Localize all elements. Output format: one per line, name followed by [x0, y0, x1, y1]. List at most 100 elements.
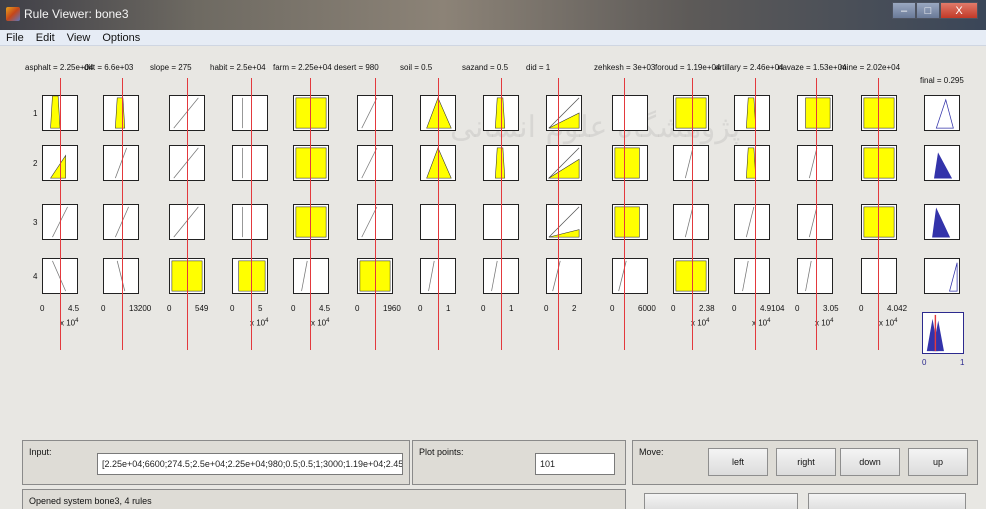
membership-plot[interactable] — [673, 258, 709, 294]
menu-edit[interactable]: Edit — [36, 32, 55, 44]
output-shape — [949, 262, 958, 292]
membership-plot[interactable] — [797, 95, 833, 131]
input-variable-label: zehkesh = 3e+03 — [594, 63, 656, 72]
membership-plot[interactable] — [232, 145, 268, 181]
status-text: Opened system bone3, 4 rules — [29, 496, 152, 506]
membership-plot[interactable] — [861, 95, 897, 131]
menu-file[interactable]: File — [6, 32, 24, 44]
input-value-line[interactable] — [692, 78, 693, 350]
input-value-line[interactable] — [251, 78, 252, 350]
membership-shape — [863, 206, 895, 238]
membership-plot[interactable] — [861, 145, 897, 181]
membership-plot[interactable] — [612, 258, 648, 294]
input-variable-label: slope = 275 — [150, 63, 192, 72]
membership-plot[interactable] — [546, 204, 582, 240]
input-value-line[interactable] — [187, 78, 188, 350]
move-down-button[interactable]: down — [840, 448, 900, 476]
membership-plot[interactable] — [103, 145, 139, 181]
input-value-line[interactable] — [878, 78, 879, 350]
input-value-line[interactable] — [558, 78, 559, 350]
input-label: Input: — [29, 447, 52, 457]
rule-number: 3 — [33, 218, 38, 227]
membership-plot[interactable] — [612, 145, 648, 181]
membership-shape — [295, 206, 327, 238]
output-membership-plot[interactable] — [924, 204, 960, 240]
output-shape — [934, 152, 953, 179]
membership-plot[interactable] — [103, 258, 139, 294]
maximize-icon[interactable]: □ — [916, 2, 940, 19]
input-value-line[interactable] — [310, 78, 311, 350]
aggregate-output-plot[interactable] — [922, 312, 964, 354]
membership-shape — [50, 154, 66, 179]
input-variable-label: navaze = 1.53e+04 — [778, 63, 847, 72]
input-value-line[interactable] — [755, 78, 756, 350]
menu-options[interactable]: Options — [102, 32, 140, 44]
membership-plot[interactable] — [612, 204, 648, 240]
help-button[interactable] — [644, 493, 798, 509]
membership-shape — [116, 260, 126, 292]
membership-plot[interactable] — [797, 204, 833, 240]
membership-plot[interactable] — [673, 204, 709, 240]
input-value-line[interactable] — [375, 78, 376, 350]
membership-plot[interactable] — [546, 95, 582, 131]
menu-view[interactable]: View — [67, 32, 91, 44]
membership-plot[interactable] — [293, 258, 329, 294]
membership-shape — [114, 147, 128, 179]
axis-max-label: 4.042 — [887, 304, 908, 313]
axis-max-label: 13200 — [129, 304, 152, 313]
membership-plot[interactable] — [861, 258, 897, 294]
membership-shape — [675, 260, 707, 292]
membership-shape — [863, 147, 895, 179]
membership-plot[interactable] — [734, 204, 770, 240]
membership-plot[interactable] — [232, 95, 268, 131]
close-button[interactable] — [808, 493, 966, 509]
rule-number: 4 — [33, 272, 38, 281]
membership-plot[interactable] — [293, 95, 329, 131]
output-axis-min-label: 0 — [922, 358, 927, 367]
membership-plot[interactable] — [232, 258, 268, 294]
membership-plot[interactable] — [797, 145, 833, 181]
membership-plot[interactable] — [546, 145, 582, 181]
membership-plot[interactable] — [734, 258, 770, 294]
membership-plot[interactable] — [232, 204, 268, 240]
axis-min-label: 0 — [167, 304, 172, 313]
axis-min-label: 0 — [732, 304, 737, 313]
membership-plot[interactable] — [797, 258, 833, 294]
membership-shape — [742, 260, 749, 292]
input-value-line[interactable] — [438, 78, 439, 350]
axis-max-label: 3.05 — [823, 304, 839, 313]
membership-plot[interactable] — [103, 95, 139, 131]
move-right-button[interactable]: right — [776, 448, 836, 476]
membership-plot[interactable] — [861, 204, 897, 240]
membership-plot[interactable] — [546, 258, 582, 294]
input-variable-label: habit = 2.5e+04 — [210, 63, 266, 72]
membership-shape — [614, 147, 640, 179]
move-up-button[interactable]: up — [908, 448, 968, 476]
output-membership-plot[interactable] — [924, 258, 960, 294]
input-value-line[interactable] — [122, 78, 123, 350]
input-variable-label: farm = 2.25e+04 — [273, 63, 332, 72]
membership-plot[interactable] — [103, 204, 139, 240]
output-membership-plot[interactable] — [924, 95, 960, 131]
input-value-line[interactable] — [624, 78, 625, 350]
input-value-line[interactable] — [816, 78, 817, 350]
membership-plot[interactable] — [673, 145, 709, 181]
minimize-icon[interactable]: – — [892, 2, 916, 19]
move-left-button[interactable]: left — [708, 448, 768, 476]
rule-number: 2 — [33, 159, 38, 168]
membership-plot[interactable] — [612, 95, 648, 131]
axis-multiplier-label: x 104 — [311, 318, 330, 328]
input-field[interactable]: [2.25e+04;6600;274.5;2.5e+04;2.25e+04;98… — [97, 453, 403, 475]
membership-shape — [675, 97, 707, 129]
membership-plot[interactable] — [293, 204, 329, 240]
input-value-line[interactable] — [501, 78, 502, 350]
axis-multiplier-label: x 104 — [879, 318, 898, 328]
membership-plot[interactable] — [673, 95, 709, 131]
close-icon[interactable]: X — [940, 2, 978, 19]
output-membership-plot[interactable] — [924, 145, 960, 181]
plot-points-field[interactable]: 101 — [535, 453, 615, 475]
input-value-line[interactable] — [60, 78, 61, 350]
membership-plot[interactable] — [293, 145, 329, 181]
membership-plot[interactable] — [734, 95, 770, 131]
membership-plot[interactable] — [734, 145, 770, 181]
